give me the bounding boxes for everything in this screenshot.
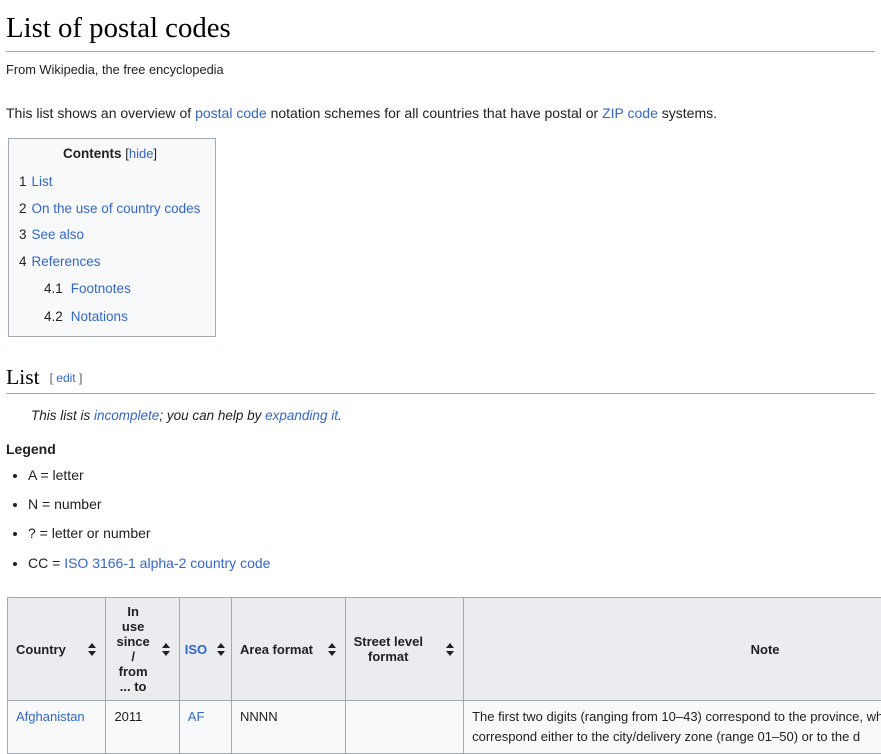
legend-item-prefix: CC = [28,555,64,571]
edit-section-link-wrapper[interactable]: [ edit ] [50,371,83,385]
link-incomplete[interactable]: incomplete [94,408,159,423]
legend-item-country-code: CC = ISO 3166-1 alpha-2 country code [28,552,875,574]
legend-list: A = letter N = number ? = letter or numb… [6,464,875,575]
toc-link-references[interactable]: References [32,254,101,269]
legend-item-text: N = number [28,496,102,512]
link-expanding-it[interactable]: expanding it [265,408,338,423]
link-postal-code[interactable]: postal code [195,105,267,121]
column-header-in-use-since[interactable]: In usesince /from... to [106,598,179,701]
postal-codes-table: Country In usesince /from... to ISO [7,597,881,754]
intro-text-part-1: This list shows an overview of [6,105,195,121]
table-of-contents: Contents [hide] 1 List 2 On the use of cou… [8,138,216,337]
toc-link-notations[interactable]: Notations [71,309,128,324]
column-header-country[interactable]: Country [8,598,106,701]
cell-note: The first two digits (ranging from 10–43… [464,701,881,754]
sort-icon[interactable] [446,643,455,656]
column-header-area-format[interactable]: Area format [232,598,346,701]
table-body: Afghanistan 2011 AF NNNN The first two d… [8,701,881,754]
page-title: List of postal codes [6,0,875,52]
edit-link[interactable]: edit [56,371,75,385]
incomplete-list-notice: This list is incomplete; you can help by… [31,406,875,426]
edit-bracket-open: [ [50,371,53,385]
in-use-line-4: ... to [120,679,147,694]
street-line-1: Street level [354,634,423,649]
in-use-line-1: In use [122,604,144,634]
in-use-line-3: from [119,664,148,679]
legend-item-text: A = letter [28,467,84,483]
toc-list: 1 List 2 On the use of country codes 3 See … [19,172,201,326]
edit-bracket-close: ] [79,371,82,385]
link-zip-code[interactable]: ZIP code [602,105,658,121]
cell-in-use-since: 2011 [106,701,179,754]
cell-iso: AF [179,701,231,754]
in-use-line-2: since / [117,634,150,664]
legend-title: Legend [6,441,875,457]
toc-toggle-bracket-close: ] [153,146,157,161]
incomplete-text-part-2: ; you can help by [159,408,265,423]
intro-text-part-3: systems. [658,105,717,121]
toc-number: 4.1 [44,279,63,299]
column-header-street-level-format-label: Street levelformat [354,634,423,664]
toc-number: 1 [19,172,27,192]
toc-item-country-codes[interactable]: 2 On the use of country codes [19,199,201,219]
column-header-area-format-label: Area format [240,642,313,657]
toc-item-footnotes[interactable]: 4.1 Footnotes [44,279,201,299]
toc-link-footnotes[interactable]: Footnotes [71,281,131,296]
article-page: List of postal codes From Wikipedia, the… [0,0,881,754]
table-row: Afghanistan 2011 AF NNNN The first two d… [8,701,881,754]
toc-hide-link[interactable]: hide [129,146,154,161]
toc-link-country-codes[interactable]: On the use of country codes [32,201,201,216]
toc-number: 4.2 [44,307,63,327]
toc-number: 2 [19,199,27,219]
cell-street-format [345,701,464,754]
toc-link-list[interactable]: List [32,174,53,189]
sort-icon[interactable] [88,643,97,656]
column-header-street-level-format[interactable]: Street levelformat [345,598,464,701]
link-iso-af[interactable]: AF [188,709,205,724]
cell-country: Afghanistan [8,701,106,754]
legend-item-text: ? = letter or number [28,525,151,541]
legend-item-number: N = number [28,493,875,515]
column-header-in-use-since-label: In usesince /from... to [114,604,151,694]
toc-title: Contents [hide] [19,146,201,165]
column-header-note-label: Note [751,642,780,657]
legend-item-letter-or-number: ? = letter or number [28,522,875,544]
table-header-row: Country In usesince /from... to ISO [8,598,881,701]
section-heading-label: List [6,365,40,389]
toc-item-references[interactable]: 4 References 4.1 Footnotes 4.2 Notations [19,252,201,327]
column-header-iso[interactable]: ISO [179,598,231,701]
toc-item-notations[interactable]: 4.2 Notations [44,307,201,327]
toc-heading-label: Contents [63,146,122,161]
link-country-afghanistan[interactable]: Afghanistan [16,709,85,724]
toc-item-see-also[interactable]: 3 See also [19,225,201,245]
street-line-2: format [368,649,408,664]
link-iso-3166-1-alpha-2[interactable]: ISO 3166-1 alpha-2 country code [64,555,270,571]
sort-icon[interactable] [162,643,171,656]
column-header-note: Note [464,598,881,701]
column-header-iso-link[interactable]: ISO [185,642,207,657]
toc-link-see-also[interactable]: See also [32,227,85,242]
legend-item-letter: A = letter [28,464,875,486]
toc-number: 4 [19,252,27,272]
section-heading-list: List [ edit ] [6,365,875,394]
toc-item-list[interactable]: 1 List [19,172,201,192]
intro-paragraph: This list shows an overview of postal co… [6,102,875,124]
toc-toggle[interactable]: [hide] [125,146,157,161]
sort-icon[interactable] [328,643,337,656]
site-subtitle: From Wikipedia, the free encyclopedia [6,60,875,79]
intro-text-part-2: notation schemes for all countries that … [267,105,602,121]
column-header-country-label: Country [16,642,66,657]
table-header: Country In usesince /from... to ISO [8,598,881,701]
toc-sublist-references: 4.1 Footnotes 4.2 Notations [19,279,201,326]
sort-icon[interactable] [217,643,226,656]
toc-number: 3 [19,225,27,245]
incomplete-text-part-3: . [338,408,342,423]
incomplete-text-part-1: This list is [31,408,94,423]
cell-area-format: NNNN [232,701,346,754]
